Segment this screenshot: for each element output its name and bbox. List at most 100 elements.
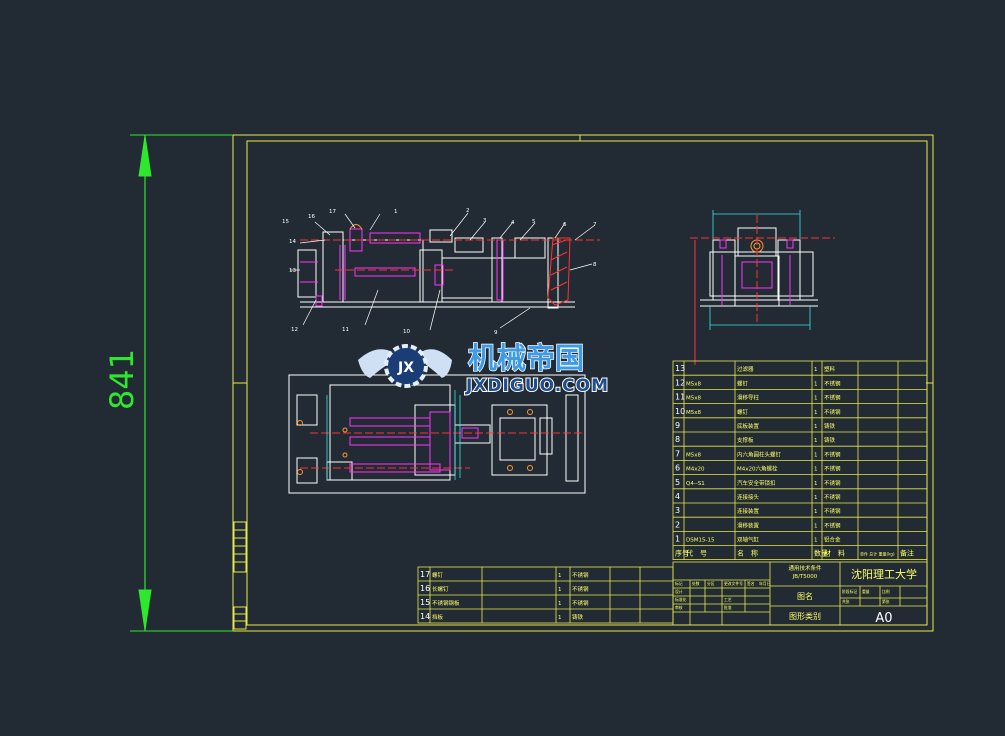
bom-cell-qty: 1 xyxy=(814,538,818,544)
bom-cell-code: M4x20 xyxy=(686,467,705,473)
bom-cell-name: 连接接头 xyxy=(737,493,760,501)
bom-cell-no: 9 xyxy=(675,421,680,430)
title-small-cell: 工艺 xyxy=(724,597,732,602)
bom-cell-mat: 不锈钢 xyxy=(824,493,841,501)
cad-drawing-canvas[interactable]: 8 4 1 1 2 3 4 5 6 7 8 9 10 11 12 13 14 15 … xyxy=(0,0,1005,732)
site-watermark: JX 机械帝国 JXDIGUO.COM xyxy=(358,340,609,397)
bom-cell-no: 4 xyxy=(675,492,680,501)
bom-header-cell: 备注 xyxy=(900,549,914,558)
bom-cell-mat: 铸铁 xyxy=(824,422,836,430)
sheet-size: A0 xyxy=(875,611,892,626)
bom-cell-name: 滑移装置 xyxy=(737,521,760,529)
drawing-type: 图形类别 xyxy=(789,611,821,621)
title-small-cell: 比例 xyxy=(882,589,890,594)
bom-cell-qty: 1 xyxy=(814,495,818,501)
title-small-cell: 设计 xyxy=(675,589,683,594)
title-small-cell: 阶段标记 xyxy=(842,589,857,594)
title-small-cell: 更改文件号 xyxy=(724,581,743,586)
balloon-13: 13 xyxy=(289,268,296,274)
title-small-cell: 处数 xyxy=(692,581,700,586)
drawing-name: 图名 xyxy=(797,591,813,601)
balloon-12: 12 xyxy=(291,327,298,333)
bom-cell-qty: 1 xyxy=(814,367,818,373)
bom-cell-no: 13 xyxy=(675,364,685,373)
bill-of-materials: 13 过滤器 1 塑料12 M5x8 螺钉 1 不锈钢11 M5x8 滑移导柱 1 不锈钢10 M5x8… xyxy=(672,360,928,561)
bom-cell-qty: 1 xyxy=(814,438,818,444)
bom-header-cell: 单件 总计 重量(kg) xyxy=(860,551,895,557)
bom-cell-no: 5 xyxy=(675,478,680,487)
title-block-text: 沈阳理工大学 通用技术条件 JB/T5000 图名 图形类别 A0 xyxy=(788,564,917,626)
bom-cell-code: M5x8 xyxy=(686,410,701,416)
dimension-841-label: 841 xyxy=(103,349,141,410)
watermark-subtitle: JXDIGUO.COM xyxy=(465,376,609,396)
title-small-cell: 共张 xyxy=(842,599,850,604)
title-small-cell: 第张 xyxy=(882,599,890,604)
gear-wings-logo: JX xyxy=(358,344,452,388)
bom-left-cell-name: 挡板 xyxy=(432,613,444,621)
balloon-2: 2 xyxy=(466,208,470,214)
bom-left-cell-no: 14 xyxy=(420,612,430,621)
bom-cell-mat: 不锈钢 xyxy=(824,408,841,416)
bom-left-cell-no: 16 xyxy=(420,584,430,593)
cad-drawing: 8 4 1 1 2 3 4 5 6 7 8 9 10 11 12 13 14 15 … xyxy=(103,134,934,632)
school-name: 沈阳理工大学 xyxy=(851,567,917,581)
bom-cell-name: M4x20六角螺栓 xyxy=(737,465,778,473)
bom-left-cell-name: 不锈钢钢板 xyxy=(432,599,460,607)
title-small-cell: 签名 xyxy=(747,581,755,586)
title-small-cell: 年月日 xyxy=(759,581,771,586)
title-small-cell: 标记 xyxy=(675,581,683,586)
bom-header-cell: 材 料 xyxy=(824,549,845,558)
bom-cell-no: 3 xyxy=(675,506,680,515)
balloon-15: 15 xyxy=(282,219,289,225)
bom-cell-mat: 铸铁 xyxy=(824,436,836,444)
bom-cell-qty: 1 xyxy=(814,410,818,416)
balloon-9: 9 xyxy=(494,330,498,336)
standard-code: JB/T5000 xyxy=(792,574,818,580)
balloon-14: 14 xyxy=(289,239,296,245)
bom-cell-code: M5x8 xyxy=(686,381,701,387)
balloon-10: 10 xyxy=(403,329,410,335)
bom-cell-name: 支撑板 xyxy=(737,436,754,444)
bom-left-cell-qty: 1 xyxy=(558,615,562,621)
bom-left-cell-no: 15 xyxy=(420,598,430,607)
title-small-cell: 分区 xyxy=(707,581,715,586)
bom-cell-name: 滑移导柱 xyxy=(737,394,760,402)
bom-cell-no: 1 xyxy=(675,535,680,544)
bom-cell-no: 7 xyxy=(675,449,680,458)
bom-cell-mat: 不锈钢 xyxy=(824,379,841,387)
bom-left-cell-mat: 不锈钢 xyxy=(572,571,589,579)
bom-cell-name: 螺钉 xyxy=(737,379,749,387)
bom-cell-no: 6 xyxy=(675,464,680,473)
bom-cell-no: 2 xyxy=(675,520,680,529)
bom-cell-mat: 不锈钢 xyxy=(824,465,841,473)
bom-cell-code: M5x8 xyxy=(686,396,701,402)
bom-cell-qty: 1 xyxy=(814,424,818,430)
balloon-11: 11 xyxy=(342,327,349,333)
bom-cell-mat: 铝合金 xyxy=(824,536,841,544)
balloon-1: 1 xyxy=(394,209,398,215)
bom-cell-code: DSM15-15 xyxy=(686,538,715,544)
bom-cell-qty: 1 xyxy=(814,381,818,387)
bom-cell-qty: 1 xyxy=(814,509,818,515)
standard-name: 通用技术条件 xyxy=(788,564,822,572)
bom-cell-no: 8 xyxy=(675,435,680,444)
bom-cell-mat: 不锈钢 xyxy=(824,450,841,458)
bom-left-cell-qty: 1 xyxy=(558,573,562,579)
bom-header-cell: 名 称 xyxy=(737,549,758,558)
bom-cell-qty: 1 xyxy=(814,396,818,402)
balloon-8: 8 xyxy=(593,262,597,268)
balloon-4: 4 xyxy=(511,220,515,226)
balloon-7: 7 xyxy=(593,222,597,228)
bom-cell-qty: 1 xyxy=(814,467,818,473)
bom-left-cell-qty: 1 xyxy=(558,601,562,607)
front-view xyxy=(290,212,600,331)
title-small-cell: 批准 xyxy=(724,605,732,610)
bom-left-cell-mat: 不锈钢 xyxy=(572,599,589,607)
bom-left-cell-mat: 铸铁 xyxy=(572,613,584,621)
bom-cell-mat: 不锈钢 xyxy=(824,479,841,487)
title-small-cell: 标准化 xyxy=(675,597,687,602)
bom-cell-code: Q4--S1 xyxy=(686,481,705,487)
bom-cell-mat: 不锈钢 xyxy=(824,394,841,402)
balloon-6: 6 xyxy=(563,222,567,228)
bom-cell-qty: 1 xyxy=(814,452,818,458)
